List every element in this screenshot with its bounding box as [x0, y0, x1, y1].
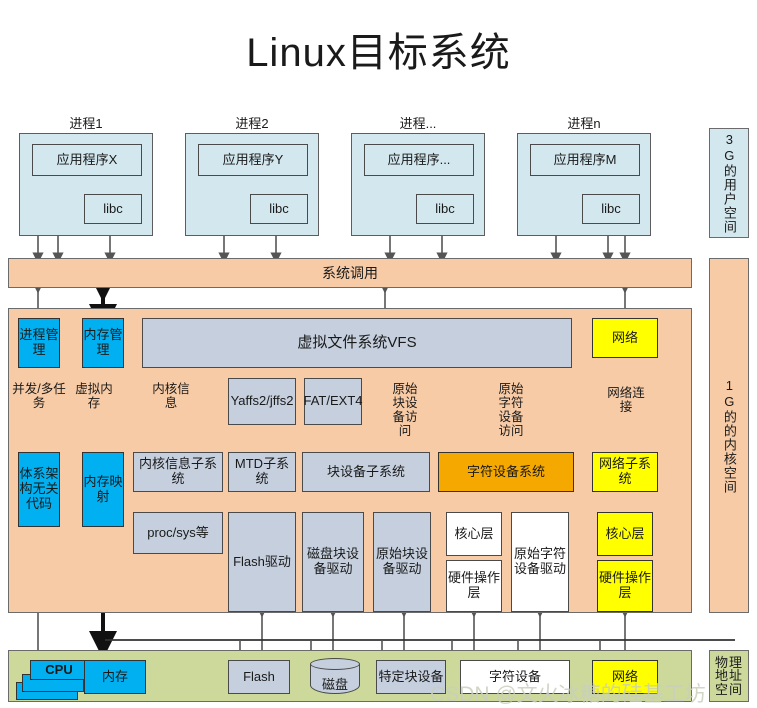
sidebar-physical-space-label: 物理地址空间	[714, 654, 743, 697]
hardware-box-memory: 内存	[84, 660, 146, 694]
process-box-2: 应用程序Y libc	[185, 133, 319, 236]
process-box-3: 应用程序... libc	[351, 133, 485, 236]
driver-box-raw-char-device-driver: 原始字符设备驱动	[511, 512, 569, 612]
kernel-box-mtd-subsystem: MTD子系统	[228, 452, 296, 492]
app-box-3: 应用程序...	[364, 144, 474, 176]
libc-box-3: libc	[416, 194, 474, 224]
connector-label-virtual-memory: 虚拟内存	[75, 382, 113, 410]
syscall-bar: 系统调用	[8, 258, 692, 288]
watermark: CSDN @文火冰糖的硅基工坊	[430, 683, 706, 706]
kernel-box-yaffs2-jffs2: Yaffs2/jffs2	[228, 378, 296, 425]
process-box-4: 应用程序M libc	[517, 133, 651, 236]
process-title-3: 进程...	[399, 116, 437, 131]
libc-box-4: libc	[582, 194, 640, 224]
driver-box-proc-sys: proc/sys等	[133, 512, 223, 554]
process-box-1: 应用程序X libc	[19, 133, 153, 236]
connector-label-raw-char-access: 原始字符设备访问	[498, 382, 524, 438]
driver-box-char-core-layer: 核心层	[446, 512, 502, 556]
process-title-1: 进程1	[69, 116, 103, 131]
kernel-box-char-device-system: 字符设备系统	[438, 452, 574, 492]
kernel-box-fat-ext4: FAT/EXT4	[304, 378, 363, 425]
sidebar-kernel-space: 1G的的内核空间	[709, 258, 749, 613]
sidebar-user-space: 3G的用户空间	[709, 128, 749, 238]
app-box-4: 应用程序M	[530, 144, 640, 176]
driver-box-net-core-layer: 核心层	[597, 512, 653, 556]
hardware-box-flash: Flash	[228, 660, 290, 694]
driver-box-char-hardware-layer: 硬件操作层	[446, 560, 502, 612]
process-title-4: 进程n	[567, 116, 601, 131]
connector-label-concurrency: 并发/多任务	[12, 382, 66, 410]
app-box-2: 应用程序Y	[198, 144, 308, 176]
kernel-box-vfs: 虚拟文件系统VFS	[142, 318, 572, 368]
kernel-box-arch-independent-code: 体系架构无关代码	[18, 452, 60, 527]
connector-label-raw-block-access: 原始块设备访问	[392, 382, 418, 438]
driver-box-flash-driver: Flash驱动	[228, 512, 296, 612]
page-title: Linux目标系统	[246, 31, 511, 75]
kernel-box-block-device-subsystem: 块设备子系统	[302, 452, 430, 492]
libc-box-1: libc	[84, 194, 142, 224]
sidebar-physical-space: 物理地址空间	[709, 650, 749, 702]
sidebar-kernel-space-label: 1G的的内核空间	[721, 377, 737, 494]
kernel-box-network-subsystem: 网络子系统	[592, 452, 658, 492]
kernel-box-process-mgmt: 进程管理	[18, 318, 60, 368]
sidebar-user-space-label: 3G的用户空间	[721, 132, 737, 234]
process-title-2: 进程2	[235, 116, 269, 131]
kernel-box-memory-mgmt: 内存管理	[82, 318, 124, 368]
kernel-box-memory-mapping: 内存映射	[82, 452, 124, 527]
connector-label-network-connection: 网络连接	[607, 386, 645, 414]
app-box-1: 应用程序X	[32, 144, 142, 176]
driver-box-net-hardware-layer: 硬件操作层	[597, 560, 653, 612]
libc-box-2: libc	[250, 194, 308, 224]
hardware-box-disk-label: 磁盘	[321, 677, 348, 692]
connector-label-kernel-info: 内核信息	[152, 382, 190, 410]
driver-box-raw-block-device-driver: 原始块设备驱动	[373, 512, 431, 612]
hardware-box-cpu: CPU	[30, 660, 88, 680]
kernel-box-kernel-info-subsystem: 内核信息子系统	[133, 452, 223, 492]
hardware-box-disk: 磁盘	[310, 658, 360, 698]
driver-box-disk-block-device-driver: 磁盘块设备驱动	[302, 512, 364, 612]
kernel-box-network: 网络	[592, 318, 658, 358]
